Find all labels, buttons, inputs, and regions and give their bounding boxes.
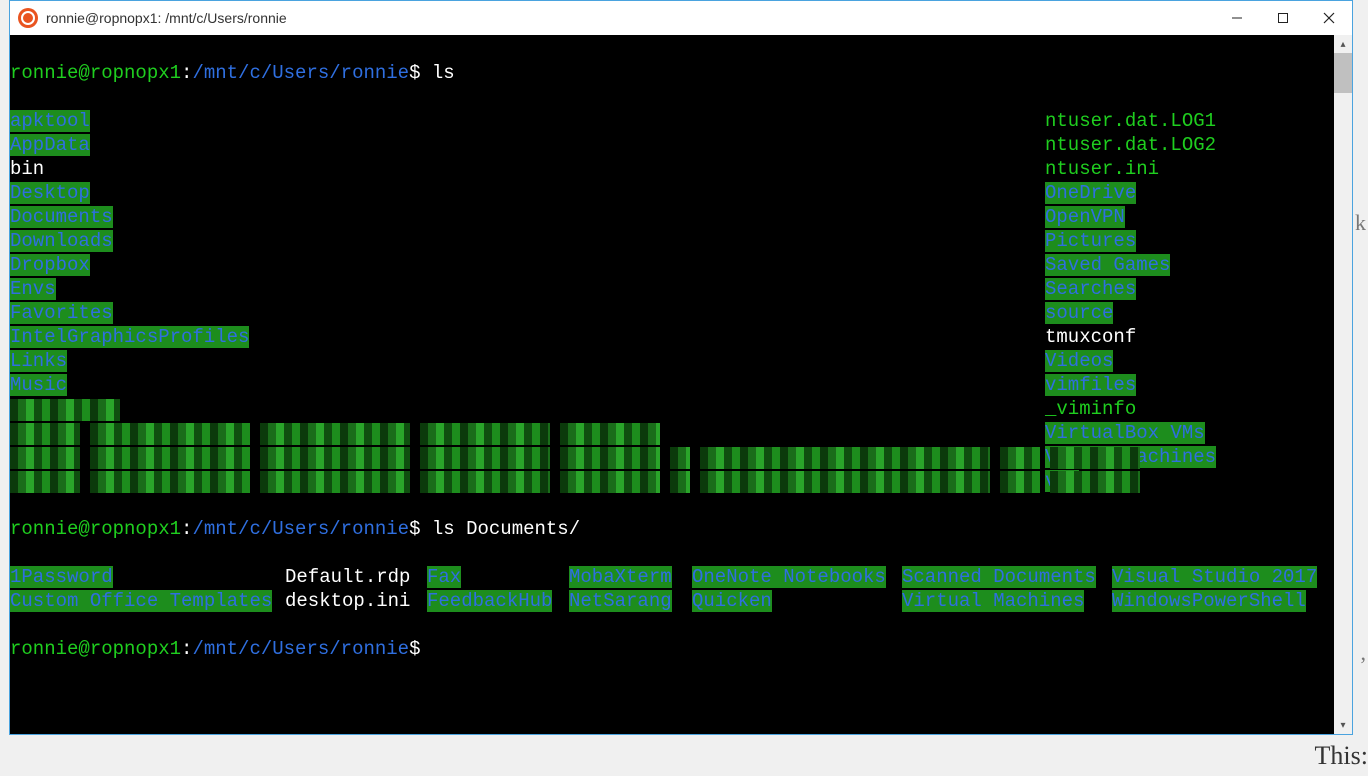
minimize-button[interactable] — [1214, 1, 1260, 35]
ls-entry: Fax — [427, 566, 461, 588]
ls-entry: Dropbox — [10, 254, 90, 276]
ls-entry: bin — [10, 158, 44, 180]
ls-entry: Videos — [1045, 350, 1113, 372]
terminal-window: ronnie@ropnopx1: /mnt/c/Users/ronnie ron… — [9, 0, 1353, 735]
redacted-row — [10, 421, 1045, 445]
ls-entry: FeedbackHub — [427, 590, 552, 612]
background-text: This: — [1315, 741, 1368, 771]
ls-entry: Envs — [10, 278, 56, 300]
prompt-user: ronnie@ropnopx1 — [10, 62, 181, 84]
redacted-row — [10, 445, 1045, 469]
window-controls — [1214, 1, 1352, 35]
redacted-row — [10, 397, 1045, 421]
ls-documents-output: 1Password Default.rdp Fax MobaXterm OneNote … — [10, 565, 1334, 613]
prompt-line: ronnie@ropnopx1:/mnt/c/Users/ronnie$ ls — [10, 61, 1334, 85]
ls-entry: vimfiles — [1045, 374, 1136, 396]
ls-entry: tmuxconf — [1045, 326, 1136, 348]
ubuntu-icon — [18, 8, 38, 28]
window-title: ronnie@ropnopx1: /mnt/c/Users/ronnie — [46, 10, 1214, 26]
maximize-button[interactable] — [1260, 1, 1306, 35]
ls-entry: desktop.ini — [285, 590, 410, 612]
ls-entry: Quicken — [692, 590, 772, 612]
ls-entry: apktool — [10, 110, 90, 132]
ls-entry: Favorites — [10, 302, 113, 324]
redacted-row — [10, 469, 1045, 493]
background-text: k — [1355, 210, 1366, 236]
ls-entry: AppData — [10, 134, 90, 156]
ls-entry: Default.rdp — [285, 566, 410, 588]
ls-entry: Links — [10, 350, 67, 372]
terminal-body: ronnie@ropnopx1:/mnt/c/Users/ronnie$ ls … — [10, 35, 1352, 734]
ls-entry: Pictures — [1045, 230, 1136, 252]
terminal-output[interactable]: ronnie@ropnopx1:/mnt/c/Users/ronnie$ ls … — [10, 35, 1334, 734]
ls-entry: Music — [10, 374, 67, 396]
ls-entry: ntuser.dat.LOG1 — [1045, 110, 1216, 132]
ls-entry: Downloads — [10, 230, 113, 252]
ls-entry: OpenVPN — [1045, 206, 1125, 228]
ls-entry: NetSarang — [569, 590, 672, 612]
ls-entry: Desktop — [10, 182, 90, 204]
prompt-line: ronnie@ropnopx1:/mnt/c/Users/ronnie$ ls … — [10, 517, 1334, 541]
scrollbar-thumb[interactable] — [1334, 53, 1352, 93]
ls-entry: Virtual Machines — [902, 590, 1084, 612]
background-text: , — [1361, 640, 1367, 666]
ls-entry: ntuser.ini — [1045, 158, 1159, 180]
scroll-down-icon[interactable]: ▾ — [1334, 716, 1352, 734]
ls-entry: source — [1045, 302, 1113, 324]
ls-entry: Visual Studio 2017 — [1112, 566, 1317, 588]
ls-entry: Custom Office Templates — [10, 590, 272, 612]
vertical-scrollbar[interactable]: ▴ ▾ — [1334, 35, 1352, 734]
ls-entry: _viminfo — [1045, 398, 1136, 420]
scrollbar-track[interactable] — [1334, 53, 1352, 716]
ls-entry: MobaXterm — [569, 566, 672, 588]
ls-entry: OneNote Notebooks — [692, 566, 886, 588]
ls-entry: OneDrive — [1045, 182, 1136, 204]
scroll-up-icon[interactable]: ▴ — [1334, 35, 1352, 53]
command-text: ls — [432, 62, 455, 84]
ls-entry: Searches — [1045, 278, 1136, 300]
ls-entry: Documents — [10, 206, 113, 228]
prompt-line: ronnie@ropnopx1:/mnt/c/Users/ronnie$ — [10, 637, 1334, 661]
ls-entry: 1Password — [10, 566, 113, 588]
ls-entry: WindowsPowerShell — [1112, 590, 1306, 612]
ls-entry: IntelGraphicsProfiles — [10, 326, 249, 348]
prompt-path: /mnt/c/Users/ronnie — [192, 62, 409, 84]
close-button[interactable] — [1306, 1, 1352, 35]
ls-entry: VirtualBox VMs — [1045, 422, 1205, 444]
ls-entry: Saved Games — [1045, 254, 1170, 276]
ls-output: apktoolAppDatabinDesktopDocumentsDownloa… — [10, 109, 1334, 493]
command-text: ls Documents/ — [432, 518, 580, 540]
titlebar[interactable]: ronnie@ropnopx1: /mnt/c/Users/ronnie — [10, 1, 1352, 35]
ls-entry: Scanned Documents — [902, 566, 1096, 588]
ls-entry: ntuser.dat.LOG2 — [1045, 134, 1216, 156]
